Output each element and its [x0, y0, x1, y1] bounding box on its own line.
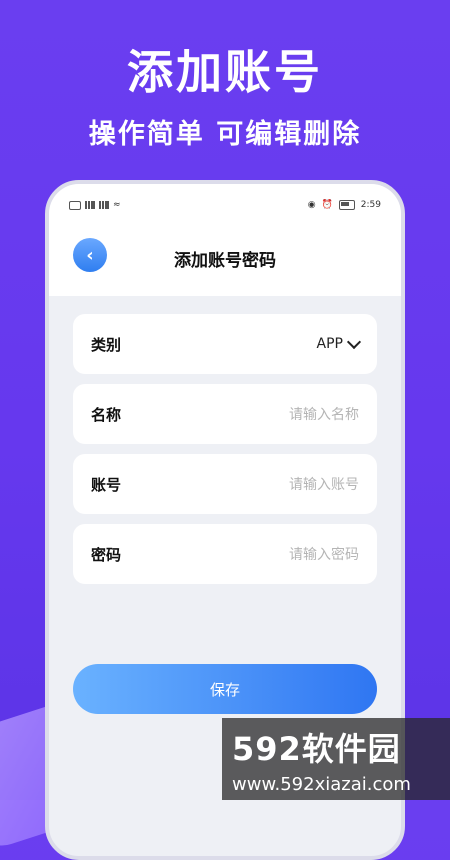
name-label: 名称	[91, 405, 122, 424]
password-field[interactable]: 密码 请输入密码	[73, 524, 377, 584]
account-label: 账号	[91, 475, 122, 494]
promo-subline: 操作简单 可编辑删除	[88, 119, 362, 150]
category-label: 类别	[91, 335, 122, 354]
password-input[interactable]: 请输入密码	[289, 544, 359, 564]
name-field[interactable]: 名称 请输入名称	[73, 384, 377, 444]
category-value: APP	[316, 336, 343, 352]
category-value-wrap: APP	[316, 334, 362, 352]
wifi-icon: ≈	[113, 200, 121, 210]
eye-icon: ◉	[307, 200, 316, 210]
password-label: 密码	[91, 545, 122, 564]
signal-icon-2	[99, 201, 109, 209]
status-time: 2:59	[360, 200, 381, 210]
save-button[interactable]: 保存	[73, 664, 377, 714]
chevron-down-icon	[346, 334, 362, 350]
alarm-icon: ⏰	[321, 200, 333, 210]
status-bar: ≈ ◉ ⏰ 2:59	[69, 196, 381, 214]
account-field[interactable]: 账号 请输入账号	[73, 454, 377, 514]
sim-icon	[69, 200, 81, 210]
name-input[interactable]: 请输入名称	[289, 404, 359, 424]
account-input[interactable]: 请输入账号	[289, 474, 359, 494]
signal-icon	[85, 201, 95, 209]
category-select[interactable]: 类别 APP	[73, 314, 377, 374]
watermark-brand: 592软件园	[232, 730, 401, 768]
watermark: 592软件园 www.592xiazai.com	[222, 718, 450, 800]
watermark-url: www.592xiazai.com	[232, 774, 411, 795]
battery-icon	[338, 200, 355, 210]
promo-headline: 添加账号	[127, 45, 323, 99]
page-title: 添加账号密码	[174, 251, 276, 271]
